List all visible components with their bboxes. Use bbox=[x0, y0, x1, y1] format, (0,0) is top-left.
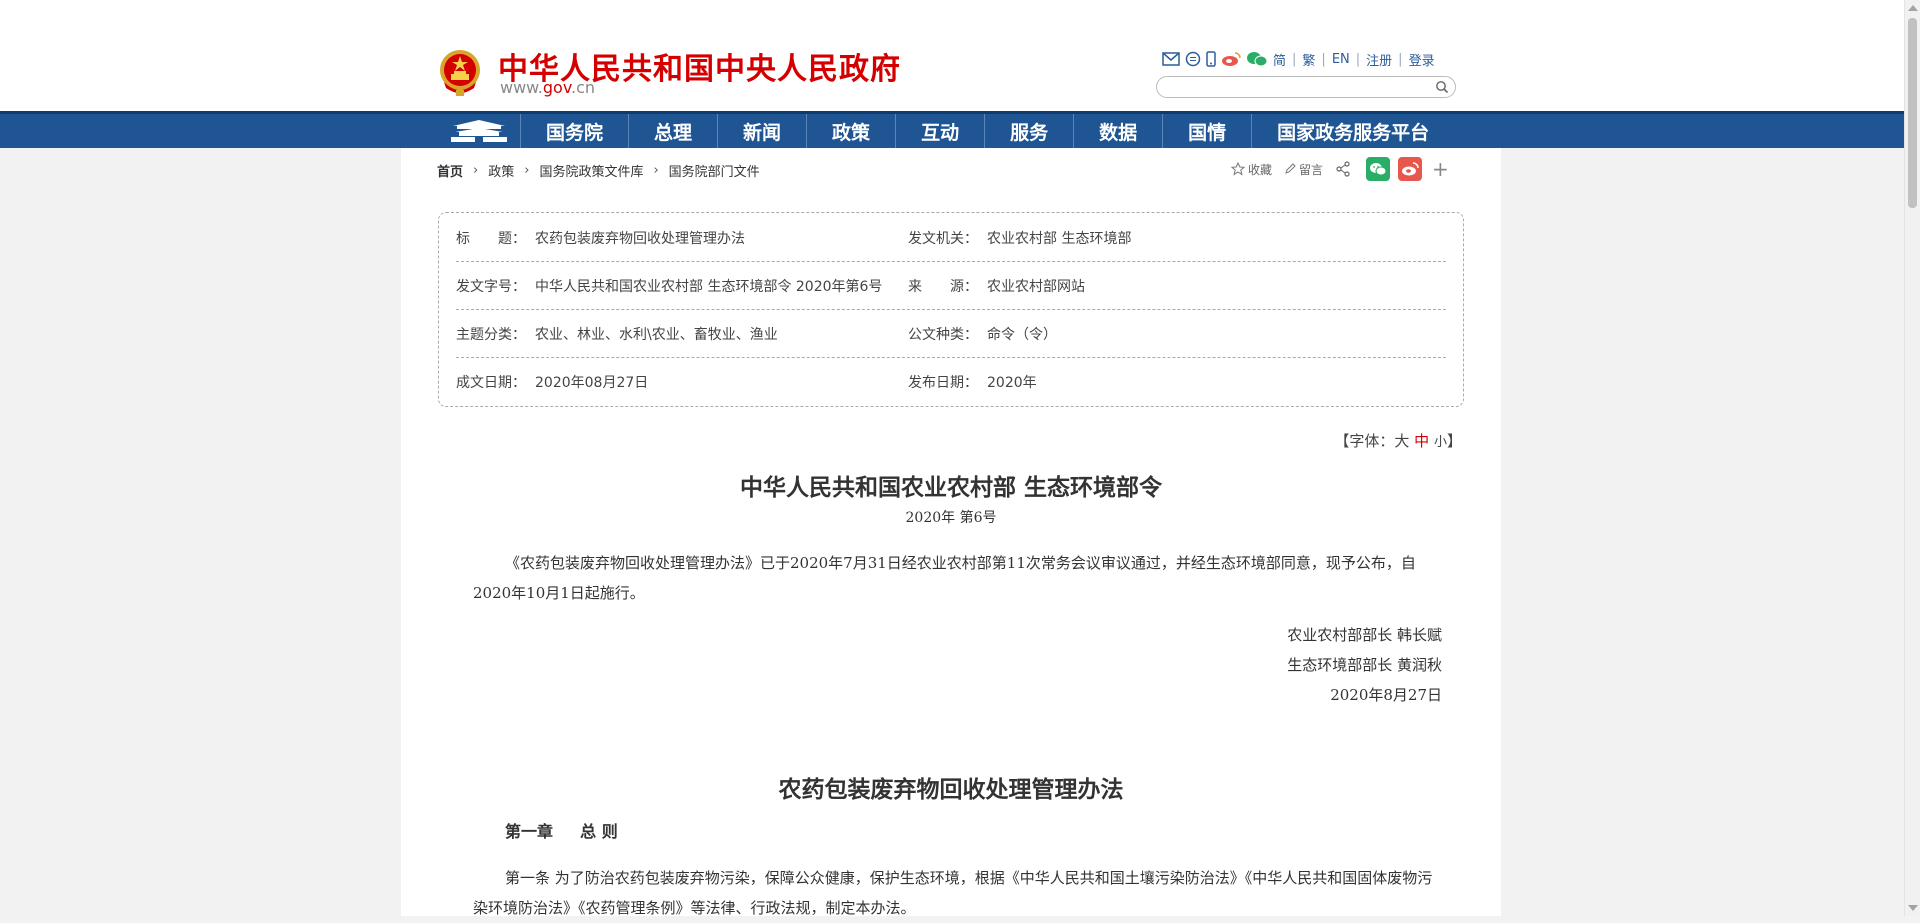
title-value: 农药包装废弃物回收处理管理办法 bbox=[535, 231, 745, 247]
pencil-icon bbox=[1285, 163, 1296, 174]
breadcrumb-home[interactable]: 首页 bbox=[437, 161, 463, 180]
site-domain: www.gov.cn bbox=[500, 78, 596, 97]
nav-news[interactable]: 新闻 bbox=[718, 114, 808, 148]
comment-button[interactable]: 留言 bbox=[1284, 161, 1323, 178]
more-share-icon[interactable]: + bbox=[1432, 157, 1449, 181]
intro-paragraph: 《农药包装废弃物回收处理管理办法》已于2020年7月31日经农业农村部第11次常… bbox=[473, 554, 1416, 602]
info-row: 主题分类： 农业、林业、水利\农业、畜牧业、渔业 公文种类： 命令（令） bbox=[456, 309, 1446, 358]
font-size-medium[interactable]: 中 bbox=[1414, 432, 1429, 450]
topic-label: 主题分类： bbox=[456, 327, 526, 343]
share-wechat-button[interactable] bbox=[1366, 157, 1391, 181]
search-input[interactable] bbox=[1167, 79, 1427, 94]
content-panel: 首页 › 政策 › 国务院政策文件库 › 国务院部门文件 收藏 留言 + 标 题… bbox=[401, 148, 1501, 917]
doc-type-value: 命令（令） bbox=[987, 327, 1057, 343]
issuer-label: 发文机关： bbox=[908, 231, 978, 247]
font-size-large[interactable]: 大 bbox=[1394, 432, 1409, 450]
nav-home-tiananmen[interactable] bbox=[438, 114, 521, 148]
nav-services[interactable]: 服务 bbox=[985, 114, 1075, 148]
font-size-control: 【字体：大 中 小】 bbox=[1334, 432, 1462, 450]
nav-national-info[interactable]: 国情 bbox=[1163, 114, 1253, 148]
breadcrumb-dept-docs[interactable]: 国务院部门文件 bbox=[669, 161, 760, 180]
decree-number: 2020年 第6号 bbox=[905, 510, 997, 526]
star-icon bbox=[1231, 162, 1245, 176]
issuer-value: 农业农村部 生态环境部 bbox=[987, 231, 1132, 247]
search-icon[interactable] bbox=[1435, 80, 1449, 94]
wechat-icon[interactable] bbox=[1246, 51, 1268, 67]
decree-title: 中华人民共和国农业农村部 生态环境部令 bbox=[739, 474, 1162, 501]
wechat-icon bbox=[1370, 163, 1387, 176]
nav-policy[interactable]: 政策 bbox=[807, 114, 897, 148]
chapter-heading: 第一章 总 则 bbox=[505, 822, 618, 841]
mail-icon[interactable] bbox=[1162, 52, 1180, 66]
document-info-table: 标 题： 农药包装废弃物回收处理管理办法 发文机关： 农业农村部 生态环境部 发文字… bbox=[438, 212, 1464, 407]
info-row: 成文日期： 2020年08月27日 发布日期： 2020年 bbox=[456, 357, 1446, 405]
chevron-right-icon: › bbox=[524, 163, 530, 178]
page-scrollbar[interactable] bbox=[1904, 0, 1920, 916]
signature-minister-env: 生态环境部部长 黄润秋 bbox=[1287, 656, 1442, 674]
written-date-label: 成文日期： bbox=[456, 375, 526, 391]
chevron-right-icon: › bbox=[473, 163, 479, 178]
source-value: 农业农村部网站 bbox=[987, 279, 1085, 295]
share-weibo-button[interactable] bbox=[1398, 157, 1423, 181]
register-link[interactable]: 注册 bbox=[1366, 50, 1392, 69]
nav-gov-service-platform[interactable]: 国家政务服务平台 bbox=[1252, 114, 1454, 148]
signature-minister-agri: 农业农村部部长 韩长赋 bbox=[1287, 626, 1442, 644]
favorite-button[interactable]: 收藏 bbox=[1231, 161, 1272, 178]
main-nav: 国务院 总理 新闻 政策 互动 服务 数据 国情 国家政务服务平台 bbox=[0, 111, 1904, 148]
law-title: 农药包装废弃物回收处理管理办法 bbox=[778, 776, 1124, 803]
share-tools: 收藏 留言 + bbox=[1231, 156, 1449, 182]
source-label: 来 源： bbox=[908, 279, 978, 295]
lang-traditional-link[interactable]: 繁 bbox=[1302, 50, 1315, 69]
nav-premier[interactable]: 总理 bbox=[629, 114, 719, 148]
scrollbar-thumb[interactable] bbox=[1908, 18, 1917, 208]
tiananmen-icon bbox=[451, 120, 507, 142]
doc-type-label: 公文种类： bbox=[908, 327, 978, 343]
info-row: 发文字号： 中华人民共和国农业农村部 生态环境部令 2020年第6号 来 源： 农业… bbox=[456, 261, 1446, 310]
font-size-small[interactable]: 小 bbox=[1434, 435, 1447, 450]
weibo-icon[interactable] bbox=[1221, 51, 1241, 67]
signature-date: 2020年8月27日 bbox=[1330, 686, 1442, 704]
breadcrumb: 首页 › 政策 › 国务院政策文件库 › 国务院部门文件 bbox=[437, 161, 760, 180]
doc-no-value: 中华人民共和国农业农村部 生态环境部令 2020年第6号 bbox=[535, 279, 883, 295]
search-box bbox=[1156, 76, 1456, 98]
written-date-value: 2020年08月27日 bbox=[535, 375, 649, 391]
doc-no-label: 发文字号： bbox=[456, 279, 526, 295]
lang-english-link[interactable]: EN bbox=[1332, 52, 1350, 67]
title-label: 标 题： bbox=[456, 231, 526, 247]
nav-data[interactable]: 数据 bbox=[1074, 114, 1164, 148]
lang-simplified-link[interactable]: 简 bbox=[1273, 50, 1286, 69]
login-link[interactable]: 登录 bbox=[1409, 50, 1435, 69]
info-row: 标 题： 农药包装废弃物回收处理管理办法 发文机关： 农业农村部 生态环境部 bbox=[456, 213, 1446, 262]
nav-state-council[interactable]: 国务院 bbox=[521, 114, 630, 148]
scroll-up-arrow-icon[interactable] bbox=[1908, 5, 1918, 11]
national-emblem-icon bbox=[440, 50, 480, 96]
weibo-icon bbox=[1402, 162, 1419, 176]
share-button[interactable] bbox=[1335, 161, 1354, 177]
site-logo[interactable]: 中华人民共和国中央人民政府 www.gov.cn bbox=[438, 46, 906, 102]
nav-interaction[interactable]: 互动 bbox=[896, 114, 986, 148]
site-header: 中华人民共和国中央人民政府 www.gov.cn 简 | 繁 | EN | 注册… bbox=[0, 0, 1904, 111]
message-icon[interactable] bbox=[1185, 51, 1201, 67]
chevron-right-icon: › bbox=[653, 163, 659, 178]
scroll-down-arrow-icon[interactable] bbox=[1908, 905, 1918, 911]
breadcrumb-policy-library[interactable]: 国务院政策文件库 bbox=[539, 161, 643, 180]
publish-date-value: 2020年 bbox=[987, 375, 1037, 391]
breadcrumb-policy[interactable]: 政策 bbox=[488, 161, 514, 180]
publish-date-label: 发布日期： bbox=[908, 375, 978, 391]
mobile-icon[interactable] bbox=[1206, 51, 1216, 67]
share-icon bbox=[1336, 161, 1350, 177]
topic-value: 农业、林业、水利\农业、畜牧业、渔业 bbox=[535, 327, 778, 343]
header-links: 简 | 繁 | EN | 注册 | 登录 bbox=[1162, 48, 1435, 70]
article-1-paragraph: 第一条 为了防治农药包装废弃物污染，保障公众健康，保护生态环境，根据《中华人民共… bbox=[473, 869, 1433, 917]
